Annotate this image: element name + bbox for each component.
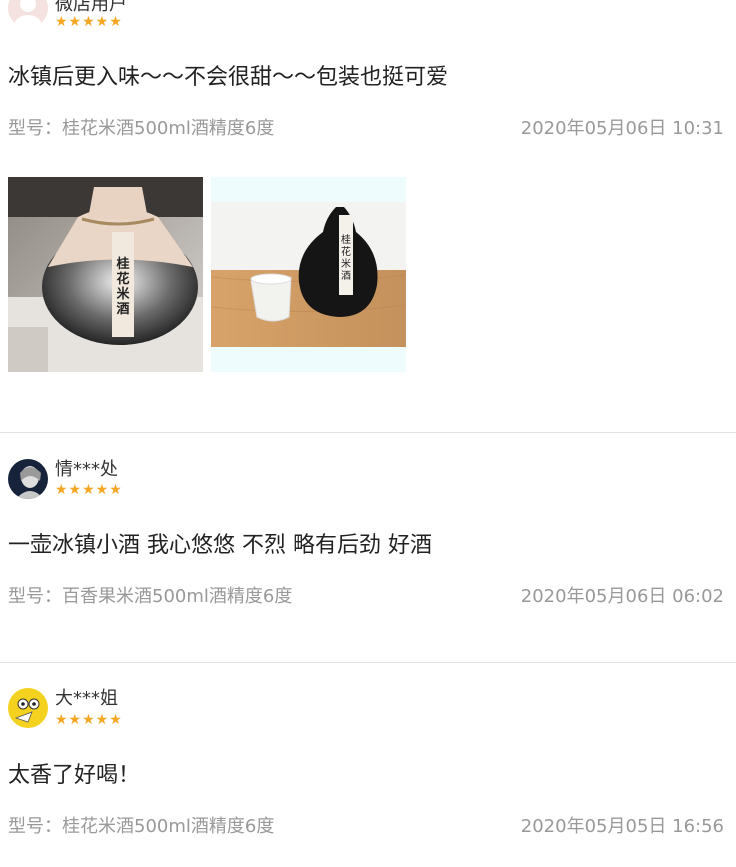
username: 大***姐 xyxy=(55,688,118,709)
review-item: 微店用户 ★★★★★ 冰镇后更入味～～不会很甜～～包装也挺可爱 型号：桂花米酒5… xyxy=(0,0,736,432)
review-text: 冰镇后更入味～～不会很甜～～包装也挺可爱 xyxy=(8,65,449,90)
review-text: 太香了好喝！ xyxy=(8,763,141,788)
avatar[interactable] xyxy=(8,0,48,28)
product-model: 型号：桂花米酒500ml酒精度6度 xyxy=(8,118,275,139)
review-photo[interactable]: 桂花米酒 xyxy=(8,177,203,372)
review-date: 2020年05月06日 06:02 xyxy=(520,586,724,607)
avatar[interactable] xyxy=(8,688,48,728)
username: 情***处 xyxy=(55,459,118,480)
rating-stars: ★★★★★ xyxy=(55,482,123,498)
review-date: 2020年05月05日 16:56 xyxy=(520,816,724,837)
product-model: 型号：百香果米酒500ml酒精度6度 xyxy=(8,586,293,607)
bottle-label: 桂花米酒 xyxy=(341,235,351,282)
review-text: 一壶冰镇小酒 我心悠悠 不烈 略有后劲 好酒 xyxy=(8,533,432,558)
rating-stars: ★★★★★ xyxy=(55,712,123,728)
review-item: 情***处 ★★★★★ 一壶冰镇小酒 我心悠悠 不烈 略有后劲 好酒 型号：百香… xyxy=(0,433,736,662)
review-photo[interactable]: 桂花米酒 xyxy=(211,177,406,372)
avatar[interactable] xyxy=(8,459,48,499)
product-model: 型号：桂花米酒500ml酒精度6度 xyxy=(8,816,275,837)
review-item: 大***姐 ★★★★★ 太香了好喝！ 型号：桂花米酒500ml酒精度6度 202… xyxy=(0,663,736,867)
review-date: 2020年05月06日 10:31 xyxy=(520,118,724,139)
bottle-label: 桂花米酒 xyxy=(116,257,130,317)
rating-stars: ★★★★★ xyxy=(55,14,123,30)
